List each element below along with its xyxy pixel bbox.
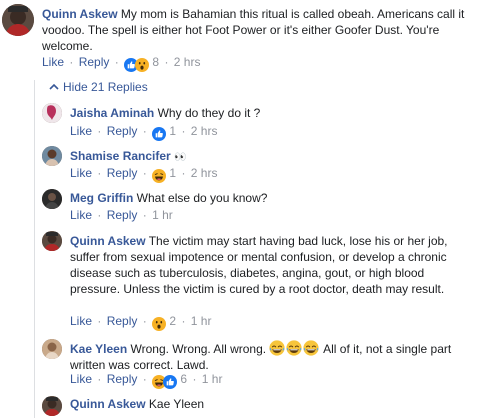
- timestamp[interactable]: 1 hr: [202, 372, 223, 386]
- reply-link[interactable]: Reply: [79, 55, 110, 69]
- timestamp[interactable]: 2 hrs: [174, 55, 201, 69]
- reaction-summary[interactable]: [152, 169, 166, 183]
- like-link[interactable]: Like: [70, 314, 92, 328]
- reaction-summary[interactable]: [152, 375, 177, 389]
- reaction-summary[interactable]: [152, 317, 166, 331]
- avatar[interactable]: [42, 396, 62, 416]
- mention-link[interactable]: Kae Yleen: [149, 397, 204, 411]
- wow-reaction-icon: [152, 317, 166, 331]
- like-link[interactable]: Like: [70, 208, 92, 222]
- reply-link[interactable]: Reply: [107, 166, 138, 180]
- reaction-summary[interactable]: [124, 58, 149, 72]
- timestamp[interactable]: 1 hr: [152, 208, 173, 222]
- author-name[interactable]: Meg Griffin: [70, 191, 133, 205]
- reply-link[interactable]: Reply: [107, 372, 138, 386]
- reaction-summary[interactable]: [152, 127, 166, 141]
- like-link[interactable]: Like: [70, 372, 92, 386]
- reply-link[interactable]: Reply: [107, 208, 138, 222]
- timestamp[interactable]: 2 hrs: [191, 166, 218, 180]
- reaction-count[interactable]: 2: [169, 314, 176, 328]
- author-name[interactable]: Quinn Askew: [70, 234, 146, 248]
- thread-line: [34, 80, 35, 418]
- avatar[interactable]: [2, 4, 34, 36]
- author-name[interactable]: Quinn Askew: [42, 7, 118, 21]
- like-reaction-icon: [152, 127, 166, 141]
- comment-text: Wrong. Wrong. All wrong.: [130, 342, 267, 356]
- haha-reaction-icon: [152, 169, 166, 183]
- avatar[interactable]: [42, 146, 62, 166]
- eyes-emoji-icon: 👀: [174, 152, 187, 163]
- reaction-count[interactable]: 1: [169, 166, 176, 180]
- wow-reaction-icon: [135, 58, 149, 72]
- like-link[interactable]: Like: [70, 166, 92, 180]
- reaction-count[interactable]: 1: [169, 124, 176, 138]
- like-link[interactable]: Like: [42, 55, 64, 69]
- avatar[interactable]: [42, 103, 62, 123]
- author-name[interactable]: Shamise Rancifer: [70, 149, 171, 163]
- avatar[interactable]: [42, 231, 62, 251]
- reply-link[interactable]: Reply: [107, 314, 138, 328]
- avatar[interactable]: [42, 339, 62, 359]
- author-name[interactable]: Jaisha Aminah: [70, 106, 154, 120]
- reply-link[interactable]: Reply: [107, 124, 138, 138]
- comment-text: Why do they do it ?: [157, 106, 261, 120]
- timestamp[interactable]: 1 hr: [191, 314, 212, 328]
- hide-replies-link[interactable]: Hide 21 Replies: [49, 80, 148, 94]
- like-link[interactable]: Like: [70, 124, 92, 138]
- chevron-up-icon: [49, 80, 59, 94]
- like-reaction-icon: [163, 375, 177, 389]
- comment-text: What else do you know?: [136, 191, 268, 205]
- timestamp[interactable]: 2 hrs: [191, 124, 218, 138]
- author-name[interactable]: Quinn Askew: [70, 397, 146, 411]
- laughing-emoji-icon: [269, 342, 320, 356]
- avatar[interactable]: [42, 189, 62, 209]
- author-name[interactable]: Kae Yleen: [70, 342, 127, 356]
- reaction-count[interactable]: 6: [180, 372, 187, 386]
- reaction-count[interactable]: 8: [152, 55, 159, 69]
